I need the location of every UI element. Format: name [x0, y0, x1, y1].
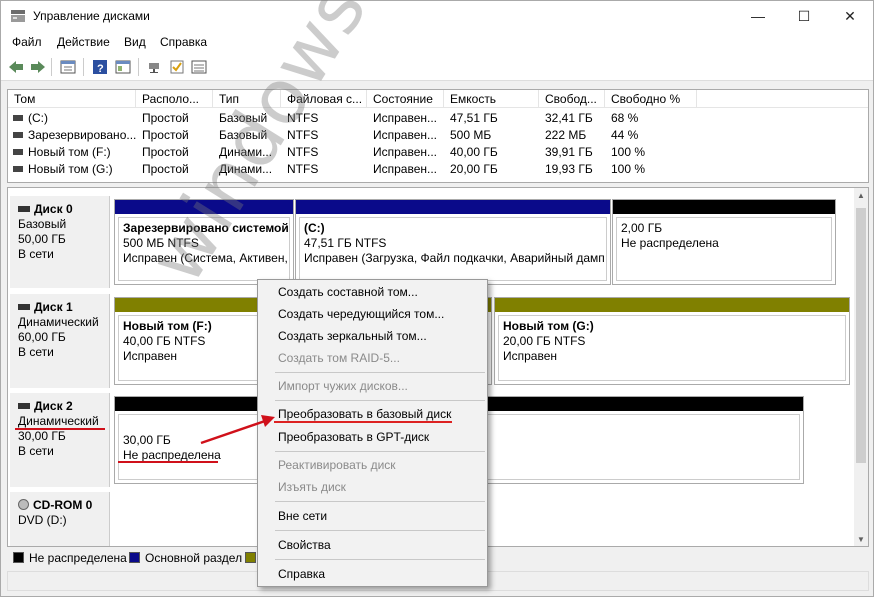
- menu-item-create-striped[interactable]: Создать чередующийся том...: [278, 305, 444, 323]
- menu-bar: Файл Действие Вид Справка: [1, 31, 873, 53]
- properties-icon[interactable]: [114, 58, 132, 76]
- context-menu: Создать составной том... Создать чередую…: [257, 279, 488, 587]
- svg-text:?: ?: [97, 63, 104, 75]
- volume-icon: [13, 131, 23, 138]
- menu-item-create-raid5: Создать том RAID-5...: [278, 351, 400, 365]
- annotation-underline: [118, 461, 218, 463]
- menu-item-reactivate: Реактивировать диск: [278, 458, 396, 472]
- volume-list: Том Располо... Тип Файловая с... Состоян…: [7, 89, 869, 183]
- disk-info[interactable]: CD-ROM 0 DVD (D:): [10, 492, 110, 546]
- forward-arrow-icon[interactable]: [29, 58, 47, 76]
- check-icon[interactable]: [168, 58, 186, 76]
- volume-icon: [13, 148, 23, 155]
- disk-icon: [18, 303, 30, 310]
- table-row[interactable]: Новый том (G:) Простой Динами... NTFS Ис…: [8, 161, 868, 178]
- connect-icon[interactable]: [146, 58, 164, 76]
- partition-c[interactable]: (C:) 47,51 ГБ NTFS Исправен (Загрузка, Ф…: [295, 199, 611, 285]
- disk-info[interactable]: Диск 0 Базовый 50,00 ГБ В сети: [10, 196, 110, 288]
- partition-unallocated[interactable]: 2,00 ГБ Не распределена: [612, 199, 836, 285]
- volume-icon: [13, 114, 23, 121]
- close-button[interactable]: ✕: [827, 1, 873, 31]
- column-percent-free[interactable]: Свободно %: [605, 90, 697, 108]
- partition-g[interactable]: Новый том (G:) 20,00 ГБ NTFS Исправен: [494, 297, 850, 385]
- disk-icon: [18, 402, 30, 409]
- annotation-underline: [274, 404, 452, 423]
- table-row[interactable]: (C:) Простой Базовый NTFS Исправен... 47…: [8, 110, 868, 127]
- disk-info[interactable]: Диск 2 Динамический 30,00 ГБ В сети: [10, 393, 110, 487]
- partition-reserved[interactable]: Зарезервировано системой 500 МБ NTFS Исп…: [114, 199, 294, 285]
- vertical-scrollbar[interactable]: ▲ ▼: [854, 188, 868, 546]
- back-arrow-icon[interactable]: [7, 58, 25, 76]
- legend-label: Не распределена: [29, 551, 127, 565]
- volume-list-header: Том Располо... Тип Файловая с... Состоян…: [8, 90, 868, 108]
- disk-row-0: Диск 0 Базовый 50,00 ГБ В сети Зарезерви…: [8, 196, 852, 288]
- minimize-button[interactable]: —: [735, 1, 781, 31]
- column-layout[interactable]: Располо...: [136, 90, 213, 108]
- column-filesystem[interactable]: Файловая с...: [281, 90, 367, 108]
- disk-management-icon: [11, 10, 25, 22]
- menu-help[interactable]: Справка: [160, 35, 207, 49]
- cdrom-icon: [18, 499, 29, 511]
- scroll-down-icon[interactable]: ▼: [854, 532, 868, 546]
- window-title: Управление дисками: [33, 9, 150, 23]
- maximize-button[interactable]: ☐: [781, 1, 827, 31]
- column-status[interactable]: Состояние: [367, 90, 444, 108]
- column-volume[interactable]: Том: [8, 90, 136, 108]
- column-capacity[interactable]: Емкость: [444, 90, 539, 108]
- annotation-underline: [15, 428, 105, 430]
- annotation-arrow-icon: [200, 415, 275, 445]
- list-view-icon[interactable]: [190, 58, 208, 76]
- disk-icon: [18, 205, 30, 212]
- menu-item-remove-disk: Изъять диск: [278, 480, 346, 494]
- table-row[interactable]: Новый том (F:) Простой Динами... NTFS Ис…: [8, 144, 868, 161]
- menu-item-create-spanned[interactable]: Создать составной том...: [278, 283, 418, 301]
- table-row[interactable]: Зарезервировано... Простой Базовый NTFS …: [8, 127, 868, 144]
- legend-swatch: [245, 552, 256, 563]
- console-tree-icon[interactable]: [59, 58, 77, 76]
- disk-management-window: Управление дисками — ☐ ✕ Файл Действие В…: [0, 0, 874, 597]
- menu-view[interactable]: Вид: [124, 35, 146, 49]
- menu-item-offline[interactable]: Вне сети: [278, 507, 327, 525]
- legend-swatch: [13, 552, 24, 563]
- column-free-space[interactable]: Свобод...: [539, 90, 605, 108]
- title-bar: Управление дисками — ☐ ✕: [1, 1, 873, 31]
- scroll-up-icon[interactable]: ▲: [854, 188, 868, 202]
- legend-swatch: [129, 552, 140, 563]
- help-icon[interactable]: ?: [91, 58, 109, 76]
- column-type[interactable]: Тип: [213, 90, 281, 108]
- volume-icon: [13, 165, 23, 172]
- menu-action[interactable]: Действие: [57, 35, 110, 49]
- menu-item-import-foreign: Импорт чужих дисков...: [278, 379, 408, 393]
- menu-item-create-mirrored[interactable]: Создать зеркальный том...: [278, 327, 427, 345]
- toolbar: ?: [1, 53, 873, 81]
- menu-item-properties[interactable]: Свойства: [278, 536, 331, 554]
- legend-label: Основной раздел: [145, 551, 243, 565]
- menu-file[interactable]: Файл: [12, 35, 42, 49]
- scroll-thumb[interactable]: [856, 208, 866, 463]
- menu-item-convert-gpt[interactable]: Преобразовать в GPT-диск: [278, 428, 429, 446]
- disk-info[interactable]: Диск 1 Динамический 60,00 ГБ В сети: [10, 294, 110, 388]
- menu-item-help[interactable]: Справка: [278, 565, 325, 583]
